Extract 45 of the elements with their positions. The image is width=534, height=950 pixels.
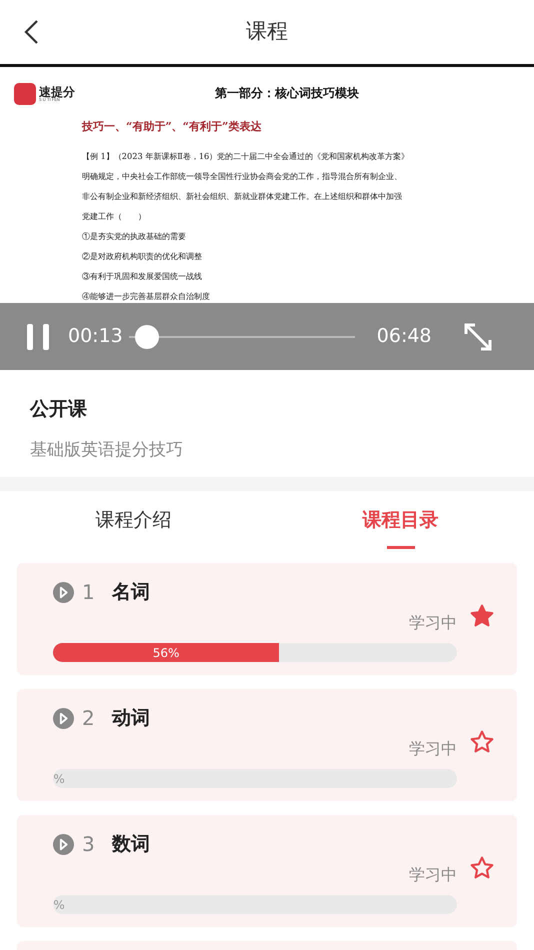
document-line: 【例 1】（2023 年新课标Ⅱ卷，16）党的二十届二中全会通过的《党和国家机构改革方案》 xyxy=(82,150,410,162)
star-outline-icon[interactable] xyxy=(469,855,495,881)
lesson-status: 学习中 xyxy=(409,864,457,886)
brand-name: 速提分 xyxy=(39,86,75,98)
lesson-number: 1 xyxy=(82,579,96,606)
play-circle-icon xyxy=(53,708,74,728)
pause-button[interactable] xyxy=(27,322,49,350)
play-circle-icon xyxy=(53,834,74,854)
lesson-number: 3 xyxy=(82,831,96,858)
brand-logo-icon xyxy=(14,83,36,105)
lesson-card[interactable]: 1 名词 学习中 56% xyxy=(17,563,517,675)
progress-percent: 56% xyxy=(152,644,180,662)
tab[interactable]: 课程目录 xyxy=(267,491,534,549)
back-icon[interactable] xyxy=(22,19,40,45)
document-line: 非公有制企业和新经济组织、新社会组织、新就业群体党建工作。在上述组织和群体中加强 xyxy=(82,190,403,202)
lesson-title: 名词 xyxy=(112,580,150,605)
document-line: ③有利于巩固和发展爱国统一战线 xyxy=(82,270,203,282)
course-name: 基础版英语提分技巧 xyxy=(30,438,184,462)
document-heading: 技巧一、“有助于”、“有利于”类表达 xyxy=(82,119,262,135)
filled-star-icon[interactable] xyxy=(469,603,495,629)
document-line: ①是夯实党的执政基础的需要 xyxy=(82,230,187,242)
duration-time: 06:48 xyxy=(376,324,432,350)
document-line: 党建工作（ ） xyxy=(82,210,147,222)
current-time: 00:13 xyxy=(68,324,123,350)
lesson-number: 2 xyxy=(82,705,96,732)
page-title: 课程 xyxy=(246,18,288,46)
document-title: 第一部分：核心词技巧模块 xyxy=(215,85,359,102)
lesson-status: 学习中 xyxy=(409,738,457,760)
progress-percent: % xyxy=(53,896,65,914)
play-circle-icon xyxy=(53,582,74,602)
lesson-card[interactable]: 3 数词 学习中 % xyxy=(17,815,517,927)
document-line: ④能够进一步完善基层群众自治制度 xyxy=(82,290,211,302)
document-line: ②是对政府机构职责的优化和调整 xyxy=(82,250,203,262)
lesson-title: 动词 xyxy=(112,706,150,731)
star-outline-icon[interactable] xyxy=(469,729,495,755)
seek-thumb[interactable] xyxy=(134,324,159,348)
fullscreen-icon[interactable] xyxy=(462,322,493,352)
lesson-title: 数词 xyxy=(112,832,150,857)
lesson-card[interactable]: 2 动词 学习中 % xyxy=(17,689,517,801)
seek-bar[interactable] xyxy=(128,324,355,348)
progress-percent: % xyxy=(53,770,65,788)
course-type: 公开课 xyxy=(30,397,88,422)
lesson-status: 学习中 xyxy=(409,612,457,634)
tab[interactable]: 课程介绍 xyxy=(0,491,267,549)
document-line: 明确规定，中央社会工作部统一领导全国性行业协会商会党的工作，指导混合所有制企业、 xyxy=(82,170,403,182)
